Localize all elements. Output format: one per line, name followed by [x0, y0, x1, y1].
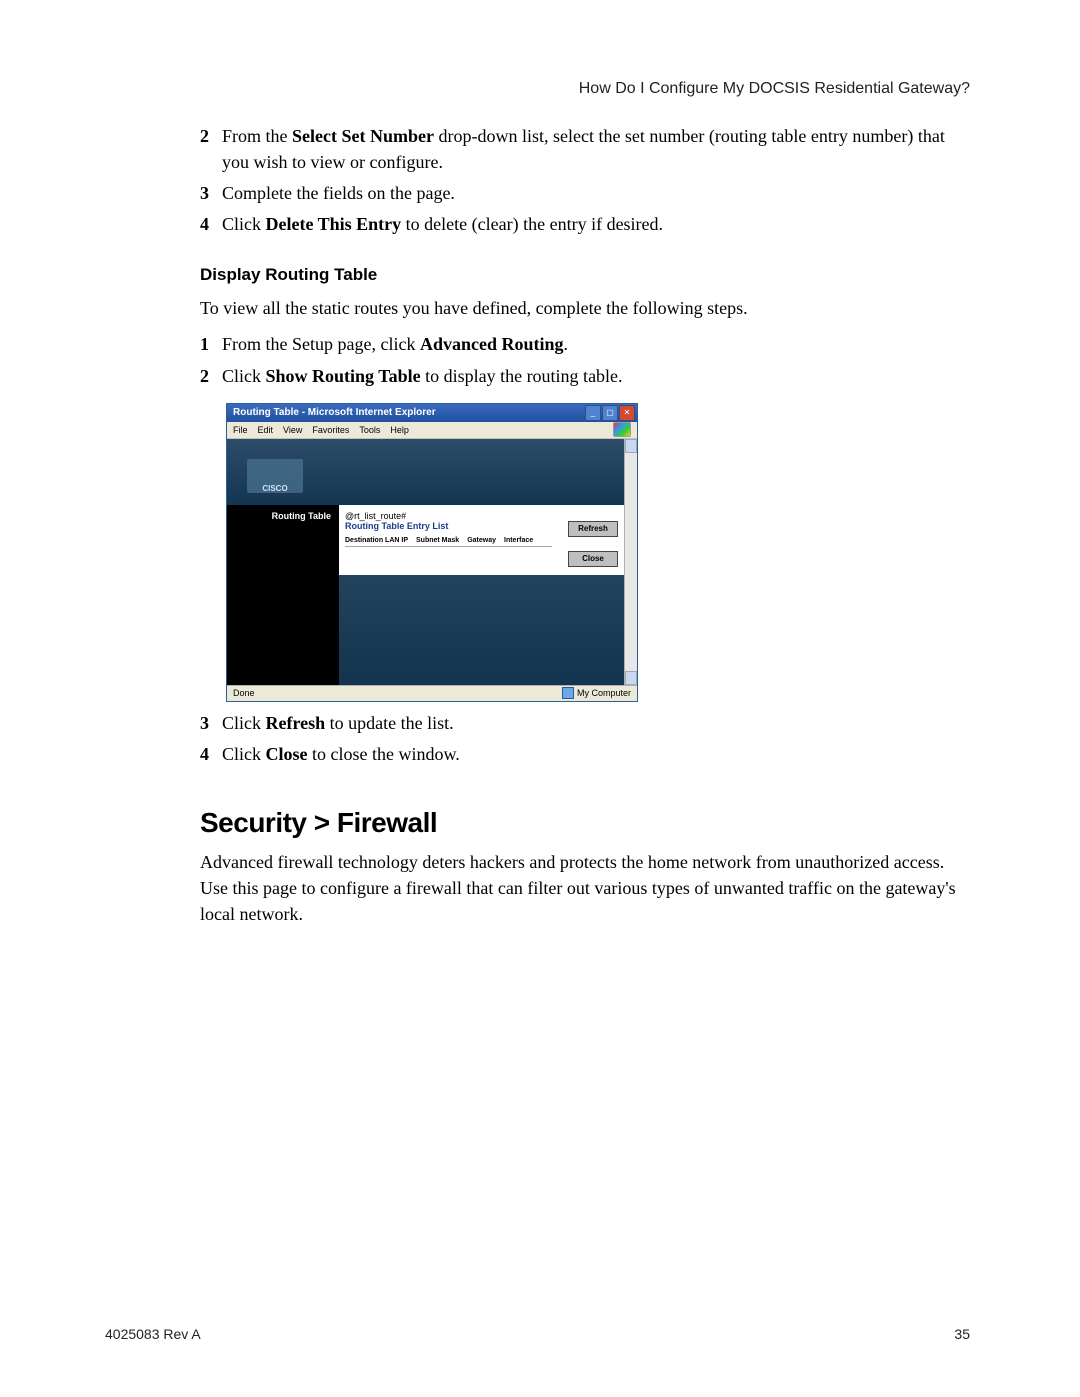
menu-item-file[interactable]: File: [233, 425, 248, 435]
step-number: 3: [200, 180, 222, 206]
column-header: Gateway: [467, 537, 496, 544]
menu-item-help[interactable]: Help: [390, 425, 409, 435]
button-stack: Refresh Close: [568, 521, 618, 567]
step-item: 2Click Show Routing Table to display the…: [200, 363, 970, 389]
step-bold-term: Show Routing Table: [266, 366, 421, 386]
step-text: From the Setup page, click Advanced Rout…: [222, 331, 568, 357]
status-left-text: Done: [233, 688, 255, 698]
step-bold-term: Advanced Routing: [420, 334, 564, 354]
close-icon[interactable]: ✕: [619, 405, 635, 421]
steps-group-c: 3Click Refresh to update the list.4Click…: [200, 710, 970, 767]
page-header-right: How Do I Configure My DOCSIS Residential…: [200, 80, 970, 98]
column-header: Subnet Mask: [416, 537, 459, 544]
subheading-display-routing-table: Display Routing Table: [200, 265, 970, 285]
refresh-button[interactable]: Refresh: [568, 521, 618, 537]
minimize-icon[interactable]: _: [585, 405, 601, 421]
maximize-icon[interactable]: ▢: [602, 405, 618, 421]
window-title: Routing Table - Microsoft Internet Explo…: [229, 407, 585, 418]
step-number: 4: [200, 741, 222, 767]
step-item: 3Complete the fields on the page.: [200, 180, 970, 206]
step-item: 2From the Select Set Number drop-down li…: [200, 123, 970, 175]
step-bold-term: Select Set Number: [292, 126, 434, 146]
window-buttons: _ ▢ ✕: [585, 405, 635, 421]
ie-logo-icon: [613, 422, 631, 437]
scrollbar[interactable]: [624, 439, 637, 685]
screenshot-ie-window: Routing Table - Microsoft Internet Explo…: [226, 403, 638, 702]
left-nav-label: Routing Table: [227, 505, 339, 685]
step-item: 3Click Refresh to update the list.: [200, 710, 970, 736]
step-text: Click Close to close the window.: [222, 741, 460, 767]
routing-white-panel: @rt_list_route# Routing Table Entry List…: [339, 505, 624, 575]
ie-menubar: File Edit View Favorites Tools Help: [227, 422, 637, 439]
step-number: 4: [200, 211, 222, 237]
step-bold-term: Close: [266, 744, 308, 764]
document-page: How Do I Configure My DOCSIS Residential…: [0, 0, 1080, 1397]
steps-group-a: 2From the Select Set Number drop-down li…: [200, 123, 970, 237]
step-text: Complete the fields on the page.: [222, 180, 455, 206]
footer-left: 4025083 Rev A: [105, 1326, 201, 1342]
step-text: Click Show Routing Table to display the …: [222, 363, 623, 389]
right-panel: @rt_list_route# Routing Table Entry List…: [339, 505, 624, 685]
step-number: 3: [200, 710, 222, 736]
step-number: 1: [200, 331, 222, 357]
step-bold-term: Refresh: [266, 713, 326, 733]
step-item: 1From the Setup page, click Advanced Rou…: [200, 331, 970, 357]
steps-group-b: 1From the Setup page, click Advanced Rou…: [200, 331, 970, 388]
ie-statusbar: Done My Computer: [227, 685, 637, 701]
section-heading-security-firewall: Security > Firewall: [200, 807, 970, 839]
cisco-logo: CISCO: [247, 459, 303, 493]
table-column-headers: Destination LAN IP Subnet Mask Gateway Inte…: [345, 537, 552, 547]
step-text: Click Refresh to update the list.: [222, 710, 454, 736]
menu-item-edit[interactable]: Edit: [258, 425, 274, 435]
step-item: 4Click Close to close the window.: [200, 741, 970, 767]
footer-right: 35: [954, 1326, 970, 1342]
step-bold-term: Delete This Entry: [266, 214, 402, 234]
status-right-text: My Computer: [577, 688, 631, 698]
step-text: Click Delete This Entry to delete (clear…: [222, 211, 663, 237]
firewall-paragraph: Advanced firewall technology deters hack…: [200, 849, 970, 927]
brand-band: CISCO: [227, 439, 624, 505]
menu-item-tools[interactable]: Tools: [359, 425, 380, 435]
menu-item-favorites[interactable]: Favorites: [312, 425, 349, 435]
window-titlebar: Routing Table - Microsoft Internet Explo…: [227, 404, 637, 422]
step-text: From the Select Set Number drop-down lis…: [222, 123, 970, 175]
menu-item-view[interactable]: View: [283, 425, 302, 435]
cgi-token-text: @rt_list_route#: [345, 511, 618, 521]
step-number: 2: [200, 123, 222, 149]
my-computer-icon: [562, 687, 574, 699]
step-number: 2: [200, 363, 222, 389]
entry-list-title: Routing Table Entry List: [345, 521, 552, 531]
intro-paragraph: To view all the static routes you have d…: [200, 295, 970, 321]
step-item: 4Click Delete This Entry to delete (clea…: [200, 211, 970, 237]
column-header: Destination LAN IP: [345, 537, 408, 544]
close-button[interactable]: Close: [568, 551, 618, 567]
column-header: Interface: [504, 537, 533, 544]
page-footer: 4025083 Rev A 35: [105, 1326, 970, 1342]
ie-content: CISCO Routing Table @rt_list_route# Rout…: [227, 439, 624, 685]
